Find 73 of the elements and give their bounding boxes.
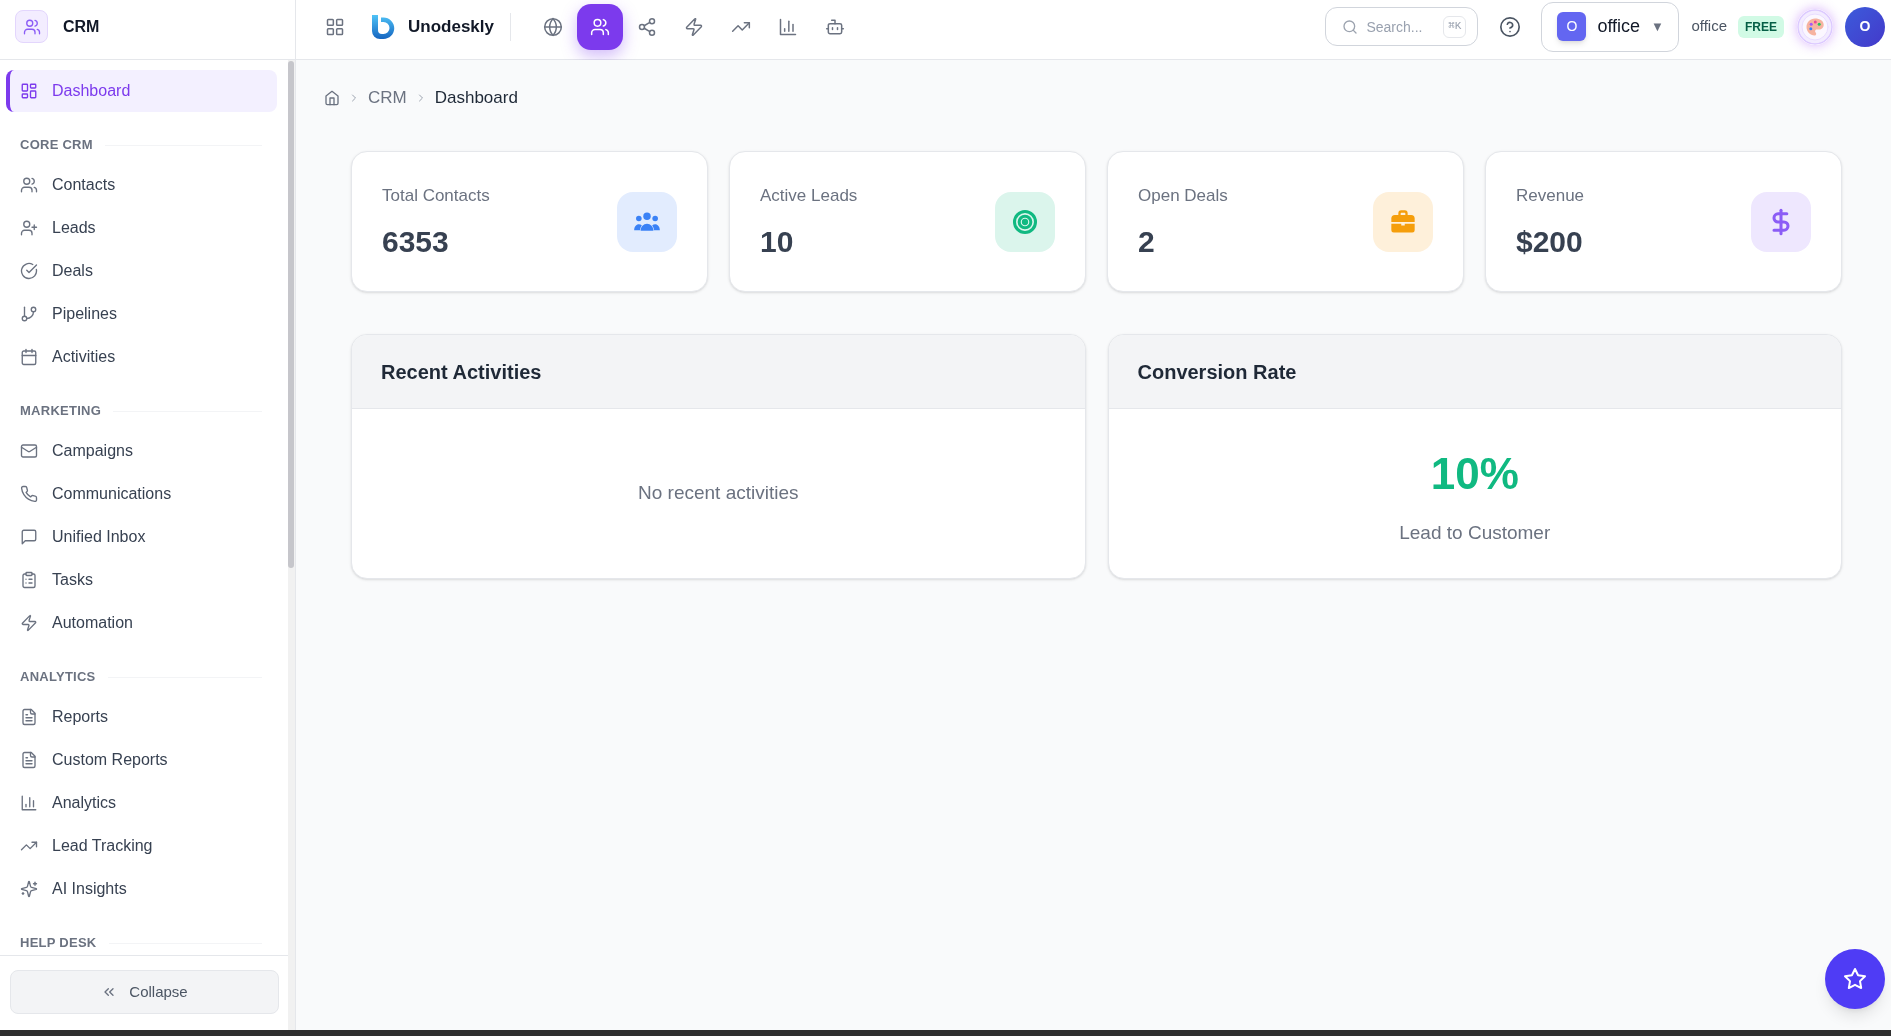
- app-tab[interactable]: [577, 3, 623, 50]
- stat-value: 6353: [382, 223, 450, 260]
- document-icon: [20, 707, 38, 726]
- user-avatar[interactable]: O: [1845, 6, 1885, 47]
- nav-item[interactable]: Pipelines: [6, 292, 277, 335]
- nav-item[interactable]: Custom Reports: [6, 738, 277, 781]
- document-icon: [20, 750, 38, 769]
- nav-item[interactable]: Contacts: [6, 163, 277, 206]
- scrollbar-thumb[interactable]: [288, 61, 294, 568]
- mail-icon: [20, 441, 38, 460]
- panel-title: Recent Activities: [381, 359, 542, 385]
- conversion-value: 10%: [1430, 452, 1519, 496]
- help-icon[interactable]: [1499, 15, 1522, 38]
- section-heading: HELP DESK: [20, 934, 97, 953]
- section-heading: ANALYTICS: [20, 668, 96, 687]
- chat-bubble-icon: [20, 527, 38, 546]
- lightning-icon: [684, 16, 704, 37]
- stat-value: 2: [1138, 223, 1156, 260]
- bar-chart-icon: [20, 793, 38, 812]
- nav-item[interactable]: Lead Tracking: [6, 824, 277, 867]
- search-icon: [1342, 18, 1359, 35]
- check-circle-icon: [20, 261, 38, 280]
- nav-item[interactable]: Communications: [6, 472, 277, 515]
- users-icon: [15, 10, 48, 43]
- collapse-button[interactable]: Collapse: [10, 970, 279, 1014]
- nav-item[interactable]: Campaigns: [6, 429, 277, 472]
- breadcrumb-link[interactable]: CRM: [368, 85, 407, 111]
- dashboard-icon: [20, 82, 38, 100]
- clipboard-list-icon: [20, 570, 38, 589]
- scrollbar[interactable]: [288, 60, 295, 1030]
- plan-badge: FREE: [1738, 15, 1784, 38]
- nav-item[interactable]: Leads: [6, 206, 277, 249]
- share-icon: [637, 16, 657, 37]
- nav-item[interactable]: Activities: [6, 335, 277, 378]
- app-name: Unodeskly: [408, 15, 494, 38]
- globe-icon: [543, 16, 563, 37]
- nav-item[interactable]: Unified Inbox: [6, 515, 277, 558]
- stat-label: Open Deals: [1138, 184, 1228, 207]
- user-plus-icon: [20, 218, 38, 237]
- panel-title: Conversion Rate: [1137, 359, 1297, 385]
- users-icon: [590, 16, 610, 37]
- sidebar-title: CRM: [63, 16, 100, 37]
- workspace-switcher[interactable]: O office ▼: [1541, 1, 1680, 52]
- lightning-icon: [20, 613, 38, 632]
- empty-state-text: No recent activities: [638, 481, 799, 506]
- branch-icon: [20, 304, 38, 323]
- stat-label: Revenue: [1516, 184, 1585, 207]
- nav-item[interactable]: AI Insights: [6, 867, 277, 910]
- nav-item[interactable]: Tasks: [6, 558, 277, 601]
- logo-icon: [371, 13, 397, 40]
- stat-value: $200: [1516, 223, 1584, 260]
- sparkles-icon: [20, 879, 38, 898]
- users-icon: [20, 175, 38, 194]
- breadcrumb-current: Dashboard: [434, 87, 518, 110]
- bar-chart-icon: [778, 16, 798, 37]
- user-name: office: [1691, 16, 1727, 37]
- nav-item[interactable]: Automation: [6, 601, 277, 644]
- conversion-caption: Lead to Customer: [1399, 521, 1551, 545]
- stat-label: Total Contacts: [382, 184, 490, 207]
- stat-value: 10: [760, 223, 795, 260]
- grid-icon[interactable]: [325, 16, 345, 37]
- star-icon: [1843, 967, 1867, 991]
- stat-label: Active Leads: [760, 184, 858, 207]
- nav-item[interactable]: Dashboard: [6, 70, 277, 112]
- home-icon[interactable]: [324, 90, 340, 106]
- nav-item[interactable]: Analytics: [6, 781, 277, 824]
- phone-icon: [20, 484, 38, 503]
- nav-item[interactable]: Deals: [6, 249, 277, 292]
- calendar-icon: [20, 347, 38, 366]
- nav-item[interactable]: Reports: [6, 695, 277, 738]
- section-heading: MARKETING: [20, 402, 102, 421]
- section-heading: CORE CRM: [20, 136, 93, 155]
- workspace-avatar: O: [1557, 12, 1587, 41]
